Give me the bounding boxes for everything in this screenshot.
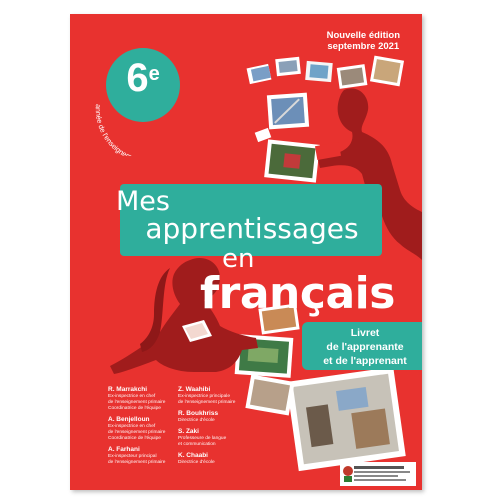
author-entry: S. Zaki Professeure de langue et communi… xyxy=(178,428,235,448)
title-francais: français xyxy=(200,268,395,319)
author-role: de l'enseignement primaire xyxy=(178,400,236,405)
book-cover: Nouvelle édition septembre 2021 6e année… xyxy=(70,14,422,490)
author-entry: R. Marrakchi Ex-inspectrice en chef de l… xyxy=(108,386,165,412)
ministry-logo xyxy=(340,462,416,486)
livret-line-3: et de l'apprenant xyxy=(323,355,407,367)
livret-line-2: de l'apprenante xyxy=(326,341,404,353)
emblem-icon xyxy=(343,466,353,482)
author-role: Directrice d'école xyxy=(178,418,215,423)
authors-left: R. Marrakchi Ex-inspectrice en chef de l… xyxy=(108,386,165,470)
title-apprentissages: apprentissages xyxy=(145,212,359,245)
svg-text:année de l'enseignement primai: année de l'enseignement primaire xyxy=(94,104,169,156)
author-entry: R. Boukhriss Directrice d'école xyxy=(178,410,235,424)
author-name: R. Boukhriss xyxy=(178,410,219,417)
author-role: et communication xyxy=(178,442,216,447)
author-name: S. Zaki xyxy=(178,428,199,435)
edition-line-2: septembre 2021 xyxy=(327,41,400,52)
author-role: Coordinatrice de l'équipe xyxy=(108,406,161,411)
livret-label: Livret de l'apprenante et de l'apprenant xyxy=(302,322,422,370)
edition-label: Nouvelle édition septembre 2021 xyxy=(327,30,400,52)
author-name: A. Benjelloun xyxy=(108,416,150,423)
author-entry: A. Farhani Ex-inspecteur principal de l'… xyxy=(108,446,165,466)
author-role: Directrice d'école xyxy=(178,460,215,465)
grade-subtitle-arc: année de l'enseignement primaire xyxy=(94,104,169,156)
author-role: Coordinatrice de l'équipe xyxy=(108,436,161,441)
author-name: A. Farhani xyxy=(108,446,140,453)
ministry-logo-text xyxy=(354,464,414,483)
edition-line-1: Nouvelle édition xyxy=(326,30,400,41)
grade-subtitle: année de l'enseignement primaire xyxy=(94,104,169,156)
author-entry: A. Benjelloun Ex-inspectrice en chef de … xyxy=(108,416,165,442)
author-role: de l'enseignement primaire xyxy=(108,460,166,465)
authors-right: Z. Waahibi Ex-inspectrice principale de … xyxy=(178,386,235,470)
author-name: R. Marrakchi xyxy=(108,386,148,393)
author-entry: Z. Waahibi Ex-inspectrice principale de … xyxy=(178,386,235,406)
author-name: K. Chaabi xyxy=(178,452,208,459)
livret-line-1: Livret xyxy=(350,327,380,339)
author-name: Z. Waahibi xyxy=(178,386,211,393)
author-entry: K. Chaabi Directrice d'école xyxy=(178,452,235,466)
